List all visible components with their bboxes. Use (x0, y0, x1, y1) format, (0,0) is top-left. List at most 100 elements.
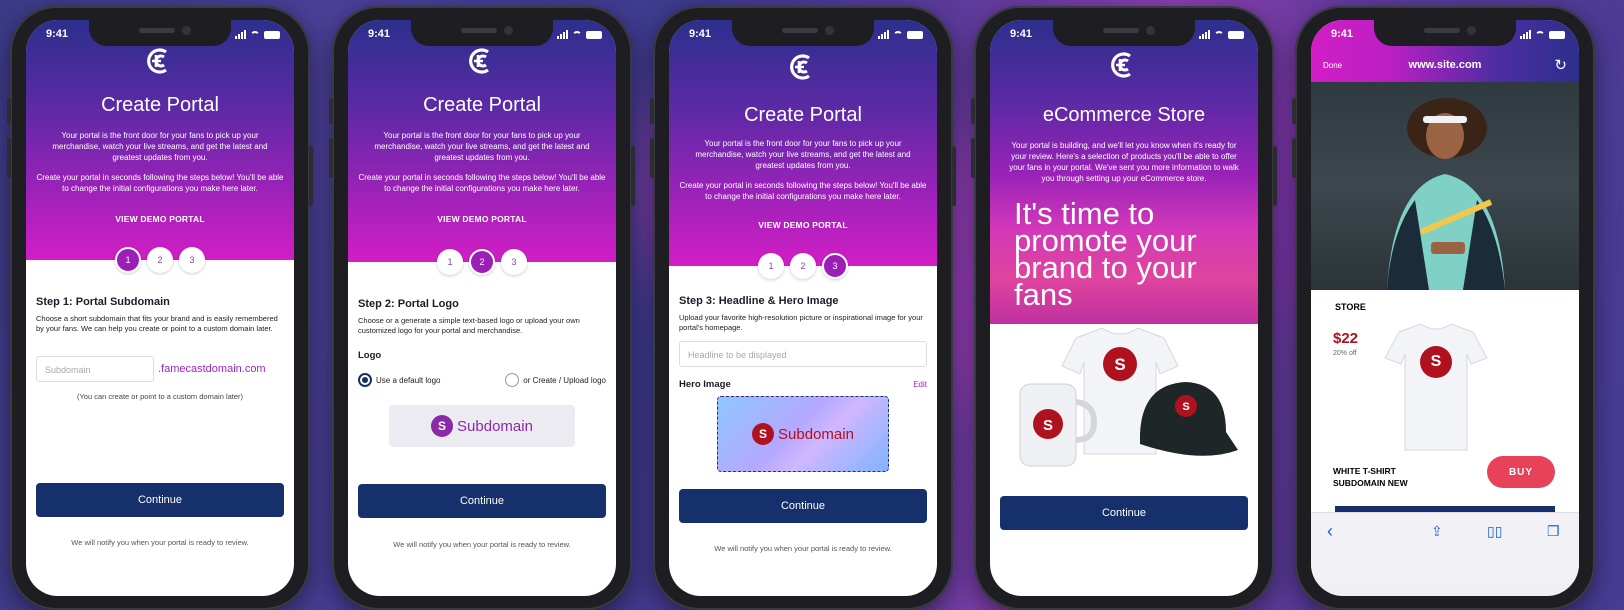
svg-text:S: S (1114, 355, 1125, 374)
logo-preview[interactable]: S Subdomain (389, 405, 575, 447)
browser-bottom-bar: ‹ ⇪ ▯▯ ❐ (1311, 512, 1579, 582)
step-3[interactable]: 3 (501, 249, 527, 275)
battery-icon (1549, 30, 1565, 39)
bookmarks-icon[interactable]: ▯▯ (1487, 523, 1502, 540)
store-label: STORE (1335, 302, 1366, 312)
notify-text: We will notify you when your portal is r… (714, 544, 892, 553)
headline-input[interactable]: Headline to be displayed (679, 341, 927, 367)
brand-logo-icon (147, 48, 167, 74)
continue-button[interactable]: Continue (1000, 496, 1248, 530)
phone-ecommerce: 9:41 eCommerce Store Your portal is buil… (971, 6, 1277, 610)
back-icon[interactable]: ‹ (1327, 521, 1333, 542)
status-time: 9:41 (1331, 28, 1354, 40)
phone-step-1: 9:41 Create Portal Your portal is the fr… (7, 6, 313, 610)
hero-header: Create Portal Your portal is the front d… (348, 20, 616, 262)
notify-text: We will notify you when your portal is r… (393, 540, 571, 549)
status-bar: 9:41 (26, 28, 294, 44)
intro-text: Your portal is the front door for your f… (52, 131, 268, 162)
brand-logo-icon (469, 48, 489, 74)
wifi-icon (893, 30, 903, 39)
svg-text:S: S (1182, 401, 1189, 413)
athlete-photo (1387, 98, 1505, 290)
step-2[interactable]: 2 (147, 247, 173, 273)
continue-button[interactable]: Continue (679, 489, 927, 523)
step-2[interactable]: 2 (790, 253, 816, 279)
view-demo-link[interactable]: VIEW DEMO PORTAL (348, 214, 616, 224)
hero-header: eCommerce Store Your portal is building,… (990, 20, 1258, 342)
status-time: 9:41 (689, 28, 712, 40)
share-icon[interactable]: ⇪ (1431, 523, 1443, 540)
step-2[interactable]: 2 (469, 249, 495, 275)
edit-hero-link[interactable]: Edit (913, 380, 927, 389)
merch-products-image: S S S (1019, 327, 1238, 467)
hero-image-label: Hero Image (679, 379, 731, 390)
signal-icon (1199, 30, 1210, 39)
tshirt-product-image[interactable] (1381, 324, 1491, 452)
domain-suffix: .famecastdomain.com (158, 363, 266, 375)
athlete-hero-image (1311, 82, 1579, 290)
intro-text: Your portal is the front door for your f… (374, 131, 590, 162)
battery-icon (264, 30, 280, 39)
phone-store-preview: 9:41 Done www.site.com ↻ STORE $22 20% o… (1292, 6, 1595, 610)
url-bar[interactable]: www.site.com (1311, 59, 1579, 71)
signal-icon (1520, 30, 1531, 39)
radio-upload-logo[interactable]: or Create / Upload logo (505, 373, 606, 387)
screen-store-preview: 9:41 Done www.site.com ↻ STORE $22 20% o… (1311, 20, 1579, 596)
continue-button[interactable]: Continue (358, 484, 606, 518)
battery-icon (1228, 30, 1244, 39)
step-indicator: 1 2 3 (669, 253, 937, 279)
view-demo-link[interactable]: VIEW DEMO PORTAL (26, 214, 294, 224)
brand-logo-icon (1111, 52, 1131, 78)
step-1[interactable]: 1 (115, 247, 141, 273)
product-price: $22 (1333, 330, 1359, 347)
view-demo-link[interactable]: VIEW DEMO PORTAL (669, 220, 937, 230)
continue-button[interactable]: Continue (36, 483, 284, 517)
product-logo-letter: S (1430, 353, 1442, 370)
product-name-line1: WHITE T-SHIRT (1333, 466, 1396, 476)
status-bar: 9:41 (990, 28, 1258, 44)
notify-text: We will notify you when your portal is r… (71, 538, 249, 547)
phone-step-3: 9:41 Create Portal Your portal is the fr… (650, 6, 956, 610)
logo-label: Logo (358, 350, 382, 361)
step-description: Choose a short subdomain that fits your … (36, 314, 278, 333)
status-time: 9:41 (1010, 28, 1033, 40)
step-indicator: 1 2 3 (26, 247, 294, 273)
page-title: eCommerce Store (1042, 104, 1206, 126)
screen-step-2: 9:41 Create Portal Your portal is the fr… (348, 20, 616, 596)
phone-step-2: 9:41 Create Portal Your portal is the fr… (329, 6, 635, 610)
browser-toolbar: Done www.site.com ↻ (1311, 56, 1579, 76)
intro-text-2: Create your portal in seconds following … (358, 173, 606, 193)
page-title: Create Portal (423, 94, 541, 116)
step-indicator: 1 2 3 (348, 249, 616, 275)
radio-default-logo[interactable]: Use a default logo (358, 373, 441, 387)
step-content: Step 1: Portal Subdomain Choose a short … (36, 296, 284, 401)
battery-icon (586, 30, 602, 39)
product-discount: 20% off (1333, 350, 1357, 357)
status-time: 9:41 (368, 28, 391, 40)
buy-button[interactable]: BUY (1487, 456, 1555, 488)
wifi-icon (1535, 30, 1545, 39)
store-section: STORE $22 20% off S WHITE T-SHIRT SUBDOM… (1311, 290, 1579, 512)
subdomain-input[interactable]: Subdomain (36, 356, 154, 382)
step-heading: Step 3: Headline & Hero Image (679, 295, 839, 307)
step-1[interactable]: 1 (437, 249, 463, 275)
signal-icon (557, 30, 568, 39)
status-bar: 9:41 (1311, 28, 1579, 44)
page-title: Create Portal (744, 104, 862, 126)
step-3[interactable]: 3 (822, 253, 848, 279)
refresh-icon[interactable]: ↻ (1554, 56, 1567, 74)
step-content: Step 3: Headline & Hero Image Upload you… (679, 295, 927, 472)
tabs-icon[interactable]: ❐ (1547, 523, 1560, 540)
step-heading: Step 1: Portal Subdomain (36, 296, 170, 308)
step-1[interactable]: 1 (758, 253, 784, 279)
screen-ecommerce: 9:41 eCommerce Store Your portal is buil… (990, 20, 1258, 596)
step-3[interactable]: 3 (179, 247, 205, 273)
product-showcase: S S S S (990, 324, 1258, 486)
status-bar: 9:41 (348, 28, 616, 44)
step-content: Step 2: Portal Logo Choose or a generate… (358, 298, 606, 447)
hero-logo-mark-icon: S (752, 423, 775, 445)
hero-image-preview[interactable]: S Subdomain (717, 396, 889, 472)
hero-header: Create Portal Your portal is the front d… (26, 20, 294, 260)
product-name-line2: SUBDOMAIN NEW (1333, 478, 1408, 488)
wifi-icon (572, 30, 582, 39)
